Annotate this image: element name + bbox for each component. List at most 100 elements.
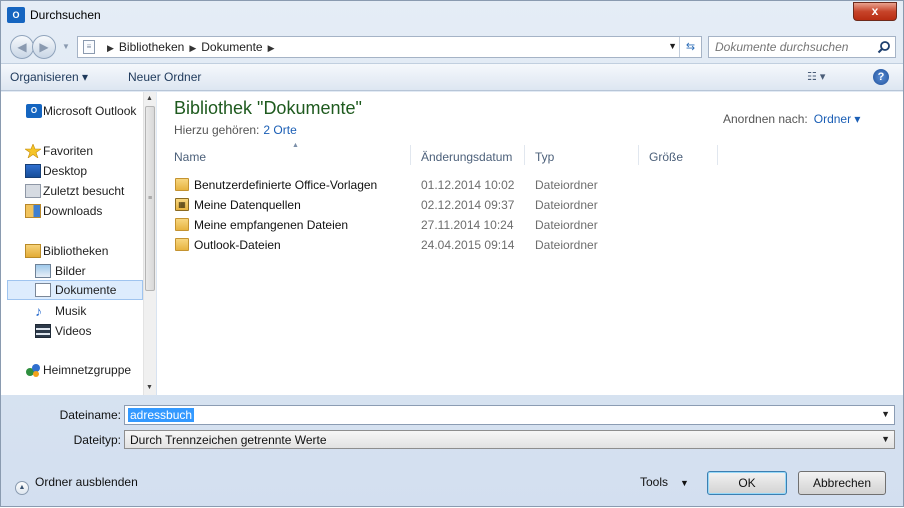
close-button[interactable]: x: [853, 2, 897, 21]
scroll-down-icon[interactable]: ▼: [146, 384, 153, 391]
help-icon[interactable]: ?: [873, 69, 889, 85]
tools-menu-button[interactable]: Tools ▼: [640, 475, 689, 489]
breadcrumb: ▶ Bibliotheken ▶ Dokumente ▶: [102, 40, 280, 54]
file-type: Dateiordner: [535, 238, 598, 252]
new-folder-button[interactable]: Neuer Ordner: [128, 70, 201, 84]
file-type: Dateiordner: [535, 178, 598, 192]
scroll-thumb[interactable]: ≡: [145, 106, 155, 291]
nav-item-libraries[interactable]: Bibliotheken: [1, 241, 143, 261]
search-box: [708, 36, 896, 58]
recent-places-icon: [25, 184, 41, 198]
includes-locations-link[interactable]: 2 Orte: [263, 123, 296, 137]
nav-item-favorites[interactable]: Favoriten: [1, 141, 143, 161]
sort-ascending-icon: ▲: [292, 142, 299, 149]
file-list-pane: Bibliothek "Dokumente" Hierzu gehören: 2 …: [157, 92, 903, 395]
documents-icon: [35, 283, 51, 297]
scroll-up-icon[interactable]: ▲: [146, 95, 153, 102]
search-input[interactable]: [709, 37, 874, 57]
change-view-icon[interactable]: ☷ ▾: [807, 70, 837, 84]
hide-folders-button[interactable]: ▲ Ordner ausblenden: [15, 475, 138, 495]
folder-icon: [175, 218, 189, 231]
library-location-icon: ≡: [83, 40, 95, 54]
datasource-folder-icon: ▦: [175, 198, 189, 211]
hide-folders-label: Ordner ausblenden: [35, 475, 138, 489]
file-name: Outlook-Dateien: [194, 238, 281, 252]
organize-menu-button[interactable]: Organisieren ▾: [10, 70, 88, 84]
library-includes: Hierzu gehören: 2 Orte: [174, 123, 297, 137]
tools-label: Tools: [640, 475, 669, 489]
filename-dropdown-icon[interactable]: ▼: [881, 409, 890, 419]
nav-item-videos[interactable]: Videos: [1, 321, 143, 341]
nav-item-documents[interactable]: Dokumente: [7, 280, 143, 300]
filetype-select[interactable]: Durch Trennzeichen getrennte Werte ▼: [124, 430, 895, 449]
downloads-icon: [25, 204, 41, 218]
tools-dropdown-icon: ▼: [680, 478, 689, 488]
outlook-app-icon: O: [7, 7, 25, 23]
libraries-icon: [25, 244, 41, 258]
file-date: 02.12.2014 09:37: [421, 198, 515, 212]
column-header-size[interactable]: Größe: [649, 149, 709, 171]
pictures-icon: [35, 264, 51, 278]
dialog-footer: Dateiname: adressbuch ▼ Dateityp: Durch …: [1, 395, 903, 508]
table-row[interactable]: Benutzerdefinierte Office-Vorlagen 01.12…: [174, 175, 714, 195]
nav-pane-scrollbar[interactable]: ▲ ≡ ▼: [143, 92, 156, 395]
nav-item-pictures[interactable]: Bilder: [1, 261, 143, 281]
grip-icon: ≡: [148, 195, 153, 202]
cancel-button[interactable]: Abbrechen: [798, 471, 886, 495]
column-separator[interactable]: [410, 145, 411, 165]
table-row[interactable]: ▦ Meine Datenquellen 02.12.2014 09:37 Da…: [174, 195, 714, 215]
folder-icon: [175, 178, 189, 191]
title-bar[interactable]: O Durchsuchen x: [1, 1, 903, 31]
nav-item-music[interactable]: ♪ Musik: [1, 301, 143, 321]
breadcrumb-libraries[interactable]: Bibliotheken: [119, 40, 184, 54]
music-icon: ♪: [35, 303, 42, 319]
nav-item-desktop[interactable]: Desktop: [1, 161, 143, 181]
nav-item-microsoft-outlook[interactable]: O Microsoft Outlook: [1, 101, 143, 121]
breadcrumb-separator-icon[interactable]: ▶: [268, 43, 275, 53]
nav-item-recent-places[interactable]: Zuletzt besucht: [1, 181, 143, 201]
file-name: Meine Datenquellen: [194, 198, 301, 212]
column-header-type[interactable]: Typ: [535, 149, 635, 171]
filetype-label: Dateityp:: [73, 433, 121, 447]
includes-label: Hierzu gehören:: [174, 123, 260, 137]
search-icon[interactable]: [877, 40, 891, 54]
column-header-name[interactable]: Name: [174, 149, 404, 171]
breadcrumb-documents[interactable]: Dokumente: [201, 40, 262, 54]
outlook-icon: O: [26, 104, 42, 118]
filetype-dropdown-icon[interactable]: ▼: [881, 434, 890, 444]
column-separator[interactable]: [717, 145, 718, 165]
ok-button[interactable]: OK: [707, 471, 787, 495]
command-bar: Organisieren ▾ Neuer Ordner ☷ ▾ ?: [1, 63, 903, 91]
file-name: Benutzerdefinierte Office-Vorlagen: [194, 178, 378, 192]
filename-value[interactable]: adressbuch: [128, 408, 195, 422]
folder-icon: [175, 238, 189, 251]
filename-label: Dateiname:: [59, 408, 121, 422]
back-button[interactable]: ◀: [10, 35, 34, 59]
desktop-icon: [25, 164, 41, 178]
filetype-value: Durch Trennzeichen getrennte Werte: [130, 433, 327, 447]
table-row[interactable]: Outlook-Dateien 24.04.2015 09:14 Dateior…: [174, 235, 714, 255]
file-dialog-window: O Durchsuchen x ◀ ▶ ▼ ≡ ▶ Bibliotheken ▶ Do…: [0, 0, 904, 507]
address-bar[interactable]: ≡ ▶ Bibliotheken ▶ Dokumente ▶ ▼ ⇆: [77, 36, 702, 58]
file-date: 24.04.2015 09:14: [421, 238, 515, 252]
table-row[interactable]: Meine empfangenen Dateien 27.11.2014 10:…: [174, 215, 714, 235]
filename-field[interactable]: adressbuch ▼: [124, 405, 895, 425]
nav-item-downloads[interactable]: Downloads: [1, 201, 143, 221]
column-header-date[interactable]: Änderungsdatum: [421, 149, 521, 171]
homegroup-icon: [26, 364, 40, 377]
file-name: Meine empfangenen Dateien: [194, 218, 349, 232]
column-separator[interactable]: [638, 145, 639, 165]
arrange-by-dropdown[interactable]: Ordner ▾: [814, 112, 861, 126]
breadcrumb-separator-icon[interactable]: ▶: [107, 43, 114, 53]
file-date: 27.11.2014 10:24: [421, 218, 514, 232]
window-title: Durchsuchen: [30, 8, 101, 22]
address-dropdown-icon[interactable]: ▼: [668, 41, 677, 51]
refresh-icon[interactable]: ⇆: [679, 37, 701, 57]
forward-button[interactable]: ▶: [32, 35, 56, 59]
nav-buttons: ◀ ▶ ▼: [10, 35, 70, 59]
breadcrumb-separator-icon[interactable]: ▶: [189, 43, 196, 53]
collapse-up-icon: ▲: [15, 481, 29, 495]
nav-item-homegroup[interactable]: Heimnetzgruppe: [1, 360, 143, 380]
column-separator[interactable]: [524, 145, 525, 165]
recent-pages-icon[interactable]: ▼: [62, 42, 70, 51]
